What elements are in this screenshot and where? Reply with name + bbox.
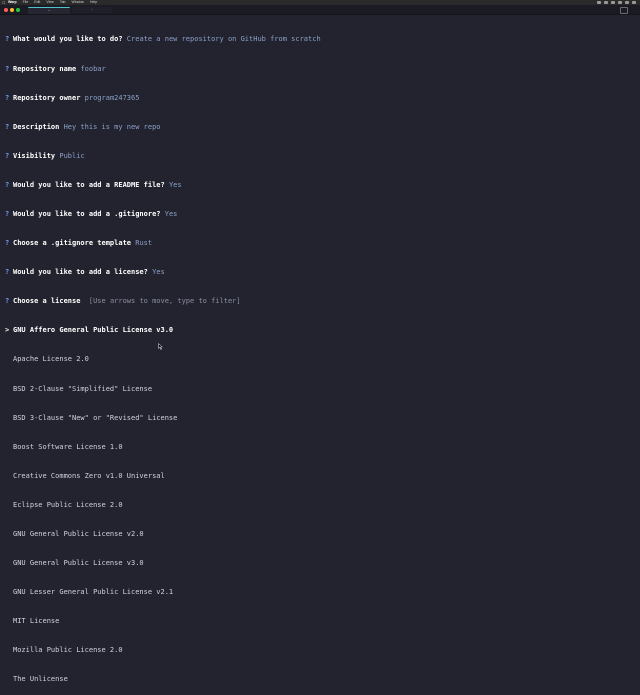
- prompt-line: ? What would you like to do? Create a new…: [5, 35, 635, 45]
- tab-inactive[interactable]: ~: [72, 7, 112, 13]
- status-icon[interactable]: [597, 1, 601, 4]
- prompt-answer: Yes: [152, 268, 165, 277]
- license-option-label[interactable]: Apache License 2.0: [13, 355, 89, 365]
- close-window-icon[interactable]: [4, 8, 8, 12]
- prompt-answer: Create a new repository on GitHub from s…: [126, 35, 321, 44]
- license-option[interactable]: MIT License: [5, 617, 635, 627]
- question-mark-icon: ?: [5, 297, 10, 306]
- prompt-question: Would you like to add a license?: [13, 268, 148, 277]
- prompt-question: Repository name: [13, 64, 77, 73]
- license-option[interactable]: GNU General Public License v3.0: [5, 559, 635, 569]
- license-option[interactable]: GNU Lesser General Public License v2.1: [5, 588, 635, 598]
- question-mark-icon: ?: [5, 268, 10, 277]
- license-option[interactable]: BSD 2-Clause "Simplified" License: [5, 385, 635, 395]
- mouse-pointer-icon: [158, 343, 163, 350]
- prompt-line: ? Visibility Public: [5, 152, 635, 162]
- tab-bar: ~ ~: [0, 5, 640, 15]
- status-icon[interactable]: [611, 1, 615, 4]
- license-option-label[interactable]: GNU Lesser General Public License v2.1: [13, 588, 173, 598]
- license-option-label[interactable]: MIT License: [13, 617, 59, 627]
- license-option[interactable]: BSD 3-Clause "New" or "Revised" License: [5, 414, 635, 424]
- license-option-label[interactable]: BSD 3-Clause "New" or "Revised" License: [13, 414, 177, 424]
- status-icon[interactable]: [625, 1, 629, 4]
- prompt-answer: program247365: [84, 93, 140, 102]
- status-icon[interactable]: [618, 1, 622, 4]
- prompt-question: Choose a license: [13, 297, 81, 306]
- question-mark-icon: ?: [5, 151, 10, 160]
- zoom-window-icon[interactable]: [16, 8, 20, 12]
- prompt-question: Visibility: [13, 151, 56, 160]
- status-icons: [597, 1, 640, 4]
- prompt-answer: Public: [59, 151, 85, 160]
- active-prompt-line: ? Choose a license [Use arrows to move, t…: [5, 297, 635, 307]
- license-option-label[interactable]: GNU General Public License v2.0: [13, 530, 144, 540]
- tab-active[interactable]: ~: [28, 7, 70, 14]
- pointer-icon: >: [5, 326, 10, 335]
- license-option-label[interactable]: Creative Commons Zero v1.0 Universal: [13, 472, 165, 482]
- license-option-label[interactable]: GNU General Public License v3.0: [13, 559, 144, 569]
- license-option[interactable]: Apache License 2.0: [5, 355, 635, 365]
- license-option-label[interactable]: The Unlicense: [13, 675, 68, 685]
- prompt-line: ? Would you like to add a .gitignore? Yes: [5, 210, 635, 220]
- license-option-label[interactable]: BSD 2-Clause "Simplified" License: [13, 385, 152, 395]
- license-option-label[interactable]: Boost Software License 1.0: [13, 443, 123, 453]
- prompt-line: ? Repository name foobar: [5, 65, 635, 75]
- prompt-answer: Rust: [135, 239, 153, 248]
- prompt-hint: [Use arrows to move, type to filter]: [88, 297, 241, 306]
- prompt-answer: Hey this is my new repo: [63, 122, 161, 131]
- license-option[interactable]: Mozilla Public License 2.0: [5, 646, 635, 656]
- prompt-question: Would you like to add a .gitignore?: [13, 209, 161, 218]
- prompt-question: What would you like to do?: [13, 35, 123, 44]
- license-option[interactable]: Boost Software License 1.0: [5, 443, 635, 453]
- prompt-answer: Yes: [164, 209, 178, 218]
- question-mark-icon: ?: [5, 209, 10, 218]
- status-icon[interactable]: [604, 1, 608, 4]
- question-mark-icon: ?: [5, 35, 10, 44]
- license-option[interactable]: > GNU Affero General Public License v3.0: [5, 326, 635, 336]
- license-option-label[interactable]: Eclipse Public License 2.0: [13, 501, 123, 511]
- question-mark-icon: ?: [5, 239, 10, 248]
- license-option[interactable]: GNU General Public License v2.0: [5, 530, 635, 540]
- prompt-line: ? Would you like to add a README file? Ye…: [5, 181, 635, 191]
- prompt-line: ? Would you like to add a license? Yes: [5, 268, 635, 278]
- license-option-label[interactable]: Mozilla Public License 2.0: [13, 646, 123, 656]
- license-option-label[interactable]: GNU Affero General Public License v3.0: [13, 326, 173, 336]
- status-icon[interactable]: [632, 1, 636, 4]
- minimize-window-icon[interactable]: [10, 8, 14, 12]
- prompt-answer: foobar: [80, 64, 106, 73]
- prompt-line: ? Repository owner program247365: [5, 94, 635, 104]
- question-mark-icon: ?: [5, 122, 10, 131]
- prompt-question: Description: [13, 122, 60, 131]
- terminal-output: ? What would you like to do? Create a new…: [5, 16, 635, 695]
- prompt-line: ? Description Hey this is my new repo: [5, 123, 635, 133]
- question-mark-icon: ?: [5, 64, 10, 73]
- prompt-question: Repository owner: [13, 93, 81, 102]
- question-mark-icon: ?: [5, 180, 10, 189]
- prompt-question: Would you like to add a README file?: [13, 180, 165, 189]
- prompt-question: Choose a .gitignore template: [13, 239, 132, 248]
- license-option[interactable]: Eclipse Public License 2.0: [5, 501, 635, 511]
- question-mark-icon: ?: [5, 93, 10, 102]
- license-option[interactable]: The Unlicense: [5, 675, 635, 685]
- prompt-line: ? Choose a .gitignore template Rust: [5, 239, 635, 249]
- license-option[interactable]: Creative Commons Zero v1.0 Universal: [5, 472, 635, 482]
- prompt-answer: Yes: [168, 180, 182, 189]
- new-tab-icon[interactable]: [620, 7, 628, 14]
